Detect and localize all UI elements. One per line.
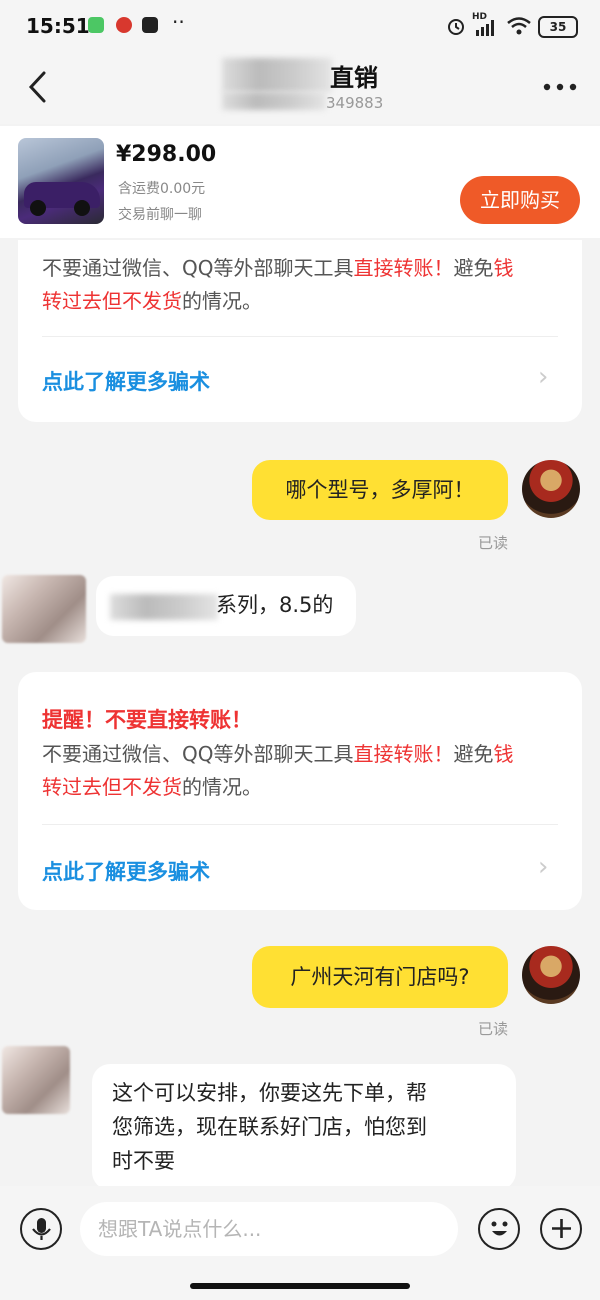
back-icon[interactable]: [26, 70, 48, 104]
home-indicator[interactable]: [190, 1283, 410, 1289]
message-input[interactable]: 想跟TA说点什么...: [80, 1202, 458, 1256]
warning-text: 不要通过微信、QQ等外部聊天工具直接转账！避免钱 转过去但不发货的情况。: [42, 742, 514, 799]
plus-icon[interactable]: [540, 1208, 582, 1250]
microphone-icon[interactable]: [20, 1208, 62, 1250]
message-text: 系列，8.5的: [216, 593, 334, 617]
read-status: 已读: [478, 1020, 509, 1038]
chat-subtitle: 349883: [326, 94, 384, 112]
product-price: ¥298.00: [116, 142, 217, 167]
message-bubble-outgoing[interactable]: 哪个型号，多厚阿！: [252, 460, 508, 520]
chat-header: 直销 349883: [0, 52, 600, 124]
my-avatar[interactable]: [522, 460, 580, 518]
card-divider: [42, 824, 558, 825]
emoji-icon[interactable]: [478, 1208, 520, 1250]
signal-icon: [476, 20, 494, 36]
warning-title: 提醒！不要直接转账！: [42, 708, 252, 732]
message-bubble-incoming[interactable]: 这个可以安排，你要这先下单，帮 您筛选，现在联系好门店，怕您到 时不要: [92, 1064, 516, 1190]
my-avatar[interactable]: [522, 946, 580, 1004]
blurred-name: [222, 58, 332, 92]
message-text: 广州天河有门店吗?: [290, 965, 470, 989]
car-wheel: [30, 200, 46, 216]
blurred-model-name: [110, 594, 218, 620]
car-wheel: [74, 200, 90, 216]
card-divider: [42, 336, 558, 337]
message-text: 这个可以安排，你要这先下单，帮 您筛选，现在联系好门店，怕您到 时不要: [112, 1081, 427, 1173]
product-thumbnail[interactable]: [18, 138, 104, 224]
scam-warning-card: 不要通过微信、QQ等外部聊天工具直接转账！避免钱 转过去但不发货的情况。 点此了解…: [18, 240, 582, 422]
message-text: 哪个型号，多厚阿！: [285, 478, 475, 502]
chevron-right-icon[interactable]: ›: [538, 852, 548, 882]
buy-now-button[interactable]: 立即购买: [460, 176, 580, 224]
read-status: 已读: [478, 534, 509, 552]
status-bar: 15:51 ·· HD 35: [0, 0, 600, 52]
more-icon[interactable]: [542, 82, 578, 92]
blurred-id: [222, 92, 326, 110]
message-bubble-incoming[interactable]: 系列，8.5的: [96, 576, 356, 636]
status-time: 15:51: [26, 14, 90, 38]
learn-more-scams-link[interactable]: 点此了解更多骗术: [42, 856, 210, 886]
seller-avatar[interactable]: [2, 575, 86, 643]
seller-avatar[interactable]: [2, 1046, 70, 1114]
wifi-icon: [507, 17, 531, 35]
message-bubble-outgoing[interactable]: 广州天河有门店吗?: [252, 946, 508, 1008]
battery-level: 35: [549, 20, 567, 34]
chevron-right-icon[interactable]: ›: [538, 362, 548, 392]
shipping-info: 含运费0.00元: [118, 181, 206, 197]
scam-warning-card: 提醒！不要直接转账！ 不要通过微信、QQ等外部聊天工具直接转账！避免钱 转过去但不…: [18, 672, 582, 910]
learn-more-scams-link[interactable]: 点此了解更多骗术: [42, 366, 210, 396]
more-notifications-icon: ··: [172, 10, 185, 34]
chat-title: 直销: [330, 64, 378, 92]
wechat-notification-icon: [88, 17, 104, 33]
warning-text: 不要通过微信、QQ等外部聊天工具直接转账！避免钱 转过去但不发货的情况。: [42, 256, 514, 313]
app-notification-icon: [116, 17, 132, 33]
battery-indicator: 35: [538, 16, 578, 38]
alarm-icon: [448, 19, 464, 35]
chat-first-note: 交易前聊一聊: [118, 207, 202, 223]
tiktok-notification-icon: [142, 17, 158, 33]
